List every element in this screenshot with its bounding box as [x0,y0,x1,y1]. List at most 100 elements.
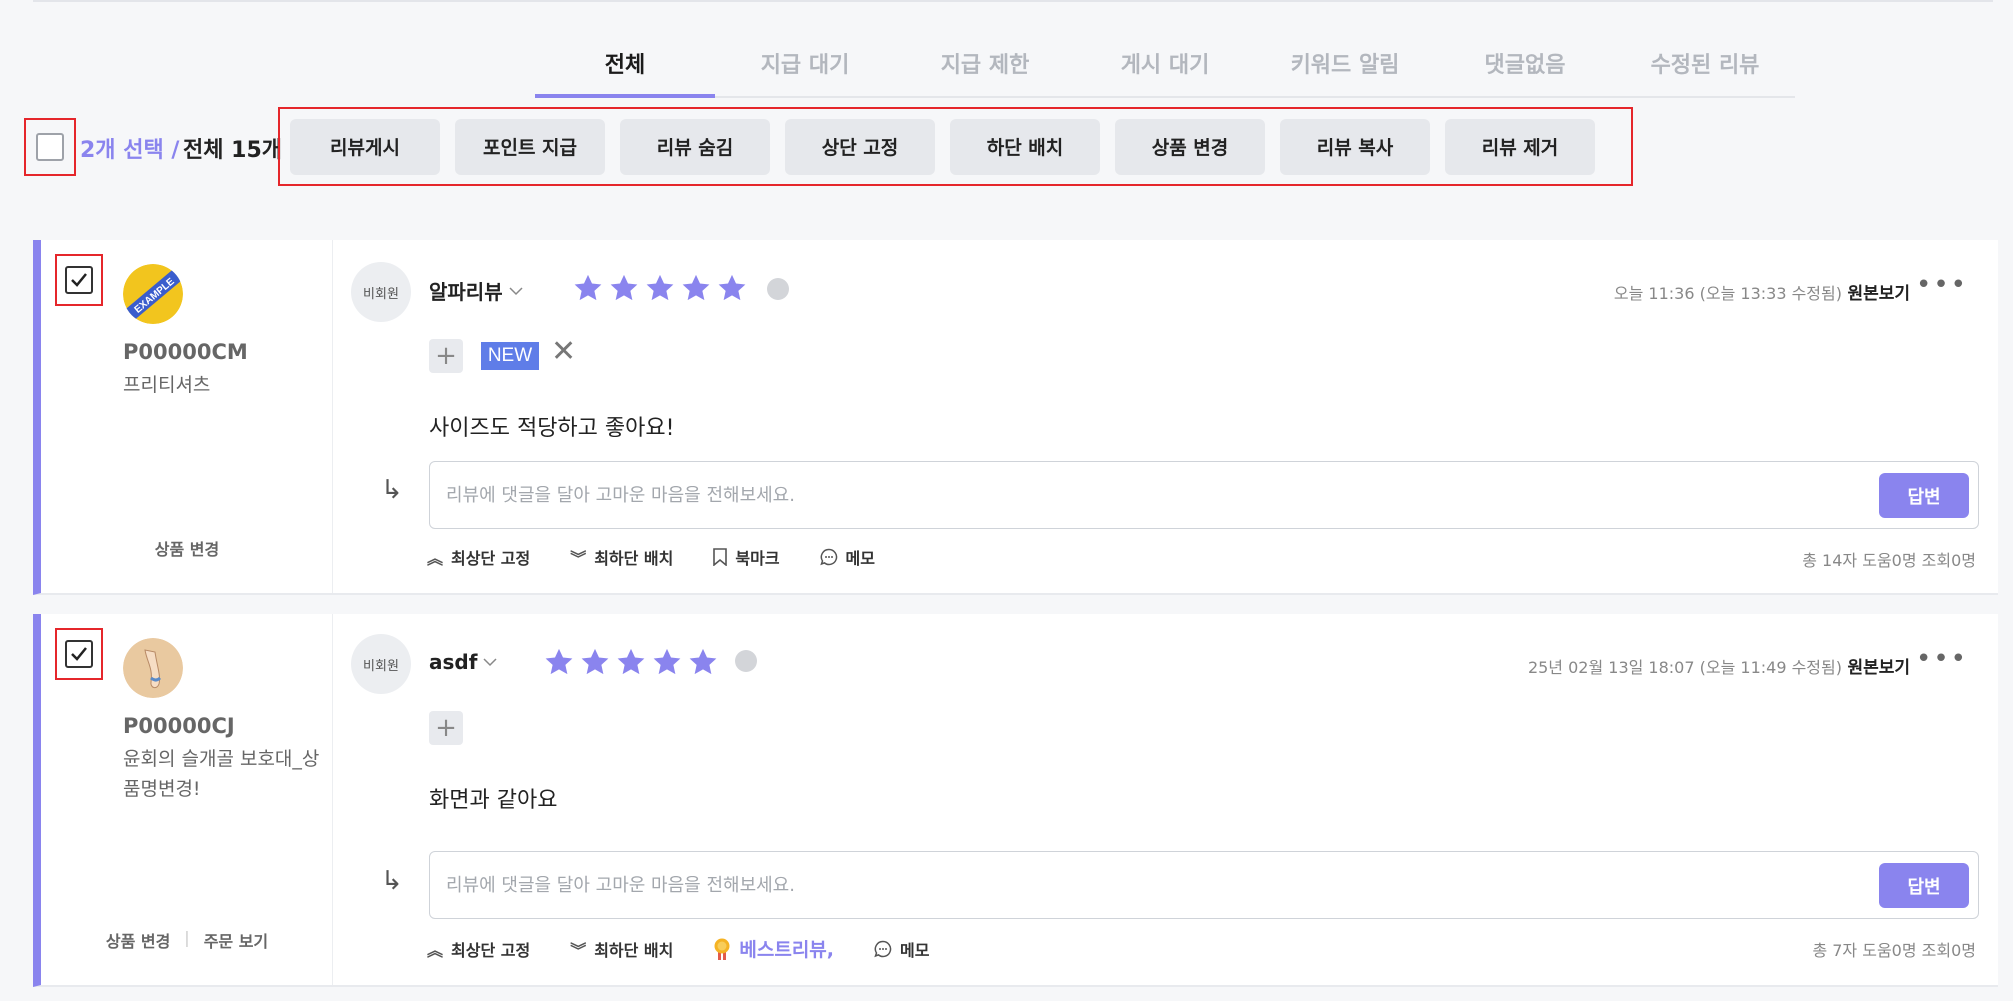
selected-count: 2개 선택 / [80,138,180,163]
check-icon [71,273,87,287]
star-icon [617,648,645,675]
close-icon[interactable]: ✕ [551,334,576,369]
more-options-icon[interactable]: ••• [1916,644,1968,674]
post-review-button[interactable]: 리뷰게시 [290,118,440,175]
product-links: 상품 변경 [41,536,333,560]
review-product-panel: EXAMPLE P00000CM 프리티셔츠 상품 변경 [41,240,333,593]
tab-edited-review[interactable]: 수정된 리뷰 [1615,30,1795,96]
review-tools: ︽ 최상단 고정 ︾ 최하단 배치 베스트리뷰, 메모 [427,935,929,962]
product-code: P00000CM [123,340,248,364]
pin-top-tool[interactable]: ︽ 최상단 고정 [427,545,530,569]
review-date: 25년 02월 13일 18:07 (오늘 11:49 수정됨) [1527,658,1842,677]
review-date: 오늘 11:36 (오늘 13:33 수정됨) [1613,284,1842,303]
reply-arrow-icon: ↳ [381,475,403,505]
product-name: 윤회의 슬개골 보호대_상품명변경! [123,748,320,800]
link-separator: | [184,928,190,947]
reply-box: 답변 [429,851,1979,919]
give-points-button[interactable]: 포인트 지급 [455,118,605,175]
product-image: EXAMPLE [123,264,183,324]
select-all-checkbox[interactable] [36,133,64,161]
chevron-down-icon [509,286,523,295]
star-icon [653,648,681,675]
review-checkbox[interactable] [65,266,93,294]
bookmark-label: 북마크 [735,549,780,568]
review-product-panel: P00000CJ 윤회의 슬개골 보호대_상품명변경! 상품 변경 | 주문 보… [41,614,333,985]
filter-tabs: 전체 지급 대기 지급 제한 게시 대기 키워드 알림 댓글없음 수정된 리뷰 [535,30,1795,98]
pin-bottom-tool[interactable]: ︾ 최하단 배치 [570,545,673,569]
medal-icon [714,938,730,960]
pin-top-button[interactable]: 상단 고정 [785,118,935,175]
reply-button[interactable]: 답변 [1879,473,1969,518]
pin-bottom-tool[interactable]: ︾ 최하단 배치 [570,937,673,961]
reply-box: 답변 [429,461,1979,529]
total-count: 전체 15개 [183,138,282,163]
star-icon [718,274,746,301]
tab-payment-pending[interactable]: 지급 대기 [715,30,895,96]
memo-tool[interactable]: 메모 [819,545,875,569]
chevron-down-icon [483,658,497,667]
best-review-tool[interactable]: 베스트리뷰, [713,935,834,962]
star-icon [610,274,638,301]
view-order-link[interactable]: 주문 보기 [204,928,268,952]
review-stats: 총 7자 도움0명 조회0명 [1812,941,1976,960]
review-card: EXAMPLE P00000CM 프리티셔츠 상품 변경 비회원 알파리뷰 오늘… [33,240,1998,595]
more-options-icon[interactable]: ••• [1916,270,1968,300]
new-badge: NEW [481,342,539,370]
change-product-link[interactable]: 상품 변경 [106,928,170,952]
tab-post-pending[interactable]: 게시 대기 [1075,30,1255,96]
comment-bubble-icon [767,278,789,300]
remove-review-button[interactable]: 리뷰 제거 [1445,118,1595,175]
pin-bottom-label: 최하단 배치 [594,549,674,568]
author-name: asdf [429,650,478,674]
star-icon [574,274,602,301]
tab-no-comment[interactable]: 댓글없음 [1435,30,1615,96]
view-original-link[interactable]: 원본보기 [1847,653,1910,678]
pin-top-tool[interactable]: ︽ 최상단 고정 [427,937,530,961]
hide-review-button[interactable]: 리뷰 숨김 [620,118,770,175]
top-divider [33,0,1993,2]
author-name: 알파리뷰 [429,280,503,304]
reply-button[interactable]: 답변 [1879,863,1969,908]
product-code: P00000CJ [123,714,235,738]
change-product-link[interactable]: 상품 변경 [155,536,219,560]
best-review-label: 베스트리뷰, [739,939,834,961]
star-icon [689,648,717,675]
review-card: P00000CJ 윤회의 슬개골 보호대_상품명변경! 상품 변경 | 주문 보… [33,614,1998,987]
review-content: 사이즈도 적당하고 좋아요! [429,416,675,441]
member-badge: 비회원 [351,262,411,322]
double-chevron-down-icon: ︾ [570,940,587,960]
pin-bottom-label: 최하단 배치 [594,940,674,960]
review-checkbox-highlight [55,254,103,306]
star-icon [581,648,609,675]
product-name: 프리티셔츠 [123,374,211,396]
star-icon [646,274,674,301]
tab-all[interactable]: 전체 [535,30,715,98]
tab-payment-restricted[interactable]: 지급 제한 [895,30,1075,96]
review-tools: ︽ 최상단 고정 ︾ 최하단 배치 북마크 메모 [427,545,875,569]
add-tag-button[interactable]: + [429,339,463,373]
review-author[interactable]: asdf [429,650,497,674]
reply-input[interactable] [446,852,1826,918]
memo-label: 메모 [900,940,930,960]
product-links: 상품 변경 | 주문 보기 [41,928,333,952]
review-author[interactable]: 알파리뷰 [429,276,523,305]
double-chevron-up-icon: ︽ [427,940,444,960]
review-checkbox[interactable] [65,640,93,668]
rating-stars [544,647,718,677]
bookmark-icon [713,548,728,566]
add-tag-button[interactable]: + [429,711,463,745]
tab-keyword-alert[interactable]: 키워드 알림 [1255,30,1435,96]
view-original-link[interactable]: 원본보기 [1847,279,1910,304]
reply-arrow-icon: ↳ [381,866,403,896]
memo-icon [819,548,837,566]
copy-review-button[interactable]: 리뷰 복사 [1280,118,1430,175]
pin-top-label: 최상단 고정 [451,549,531,568]
memo-tool[interactable]: 메모 [874,937,929,961]
place-bottom-button[interactable]: 하단 배치 [950,118,1100,175]
bulk-action-bar: 리뷰게시 포인트 지급 리뷰 숨김 상단 고정 하단 배치 상품 변경 리뷰 복… [278,107,1633,186]
reply-input[interactable] [446,462,1826,528]
memo-label: 메모 [845,549,875,568]
bookmark-tool[interactable]: 북마크 [713,545,780,569]
double-chevron-down-icon: ︾ [570,549,587,568]
change-product-button[interactable]: 상품 변경 [1115,118,1265,175]
